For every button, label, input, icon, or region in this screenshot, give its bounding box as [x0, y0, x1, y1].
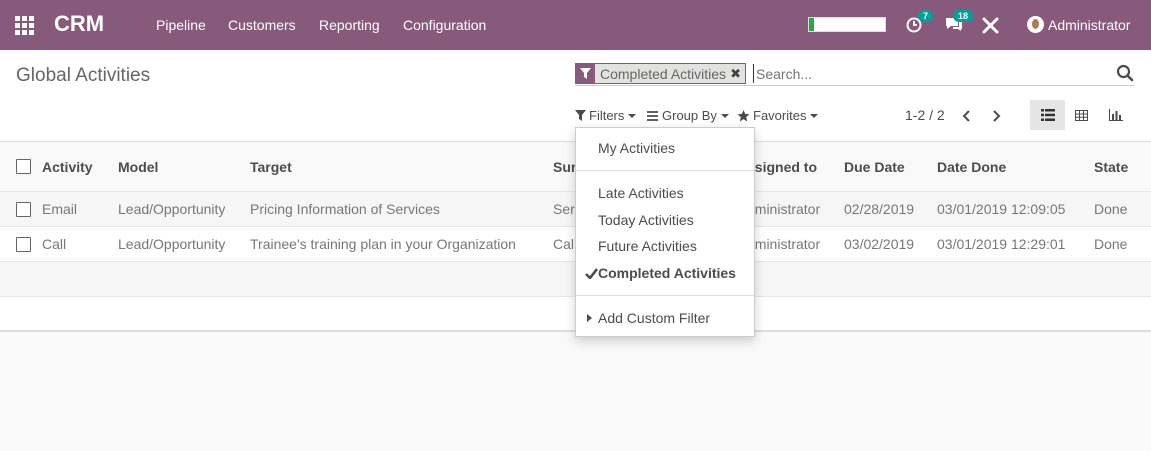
column-activity[interactable]: Activity [42, 142, 93, 191]
caret-right-icon [587, 314, 592, 322]
column-summary[interactable]: Sur [553, 142, 576, 191]
menu-customers[interactable]: Customers [228, 17, 296, 33]
favorites-label: Favorites [753, 108, 807, 123]
filter-future-activities[interactable]: Future Activities [598, 238, 697, 254]
activities-button[interactable]: 7 [906, 10, 933, 37]
column-target[interactable]: Target [250, 142, 292, 191]
column-date-done[interactable]: Date Done [937, 142, 1006, 191]
debug-tools-button[interactable] [982, 17, 999, 37]
pager-next-icon[interactable] [986, 106, 1006, 126]
filter-icon [575, 110, 586, 121]
apps-menu-icon[interactable] [15, 16, 35, 35]
menu-pipeline[interactable]: Pipeline [156, 17, 206, 33]
caret-down-icon [628, 113, 637, 118]
cell-due-date: 03/02/2019 [844, 236, 915, 252]
cell-assigned: dministrator [747, 201, 821, 217]
menu-configuration[interactable]: Configuration [403, 17, 486, 33]
cell-state: Done [1094, 236, 1128, 252]
select-all-checkbox[interactable] [16, 142, 31, 191]
cell-summary: Ser [553, 201, 575, 217]
pager-value[interactable]: 1-2 / 2 [905, 107, 945, 123]
page-title: Global Activities [16, 65, 151, 86]
bars-icon [647, 110, 658, 121]
cell-model: Lead/Opportunity [118, 201, 226, 217]
messages-count-badge: 18 [952, 10, 973, 22]
cell-target: Pricing Information of Services [250, 201, 440, 217]
activities-count-badge: 7 [917, 10, 933, 22]
star-icon [737, 109, 750, 121]
avatar [1027, 16, 1044, 33]
filter-completed-activities[interactable]: Completed Activities [598, 265, 736, 281]
cell-target: Trainee's training plan in your Organiza… [250, 236, 516, 252]
list-view-button[interactable] [1030, 100, 1065, 130]
cell-activity: Call [42, 236, 67, 252]
cell-assigned: dministrator [747, 236, 821, 252]
cell-summary: Cal [553, 236, 575, 252]
tools-icon [982, 17, 999, 34]
group-by-button[interactable]: Group By [647, 108, 729, 123]
messages-button[interactable]: 18 [944, 10, 973, 37]
column-state[interactable]: State [1094, 142, 1128, 191]
facet-remove-icon[interactable]: ✖ [730, 66, 745, 82]
caret-down-icon [720, 113, 729, 118]
cell-date-done: 03/01/2019 12:09:05 [937, 201, 1066, 217]
table-icon [1075, 109, 1088, 121]
list-icon [1040, 109, 1055, 121]
row-checkbox[interactable] [16, 192, 31, 226]
check-icon [585, 268, 598, 279]
app-brand[interactable]: CRM [54, 11, 104, 37]
cell-due-date: 02/28/2019 [844, 201, 915, 217]
user-menu[interactable]: Administrator [1027, 16, 1130, 33]
divider [576, 295, 754, 296]
search-input[interactable] [753, 64, 1113, 83]
cell-model: Lead/Opportunity [118, 236, 226, 252]
column-model[interactable]: Model [118, 142, 158, 191]
column-assigned-to[interactable]: ssigned to [747, 142, 817, 191]
add-custom-filter[interactable]: Add Custom Filter [598, 310, 710, 326]
pager-previous-icon[interactable] [957, 106, 977, 126]
cell-state: Done [1094, 201, 1128, 217]
filter-icon [576, 64, 595, 83]
graph-view-button[interactable] [1098, 100, 1133, 130]
onboarding-progress-bar[interactable] [808, 17, 886, 32]
search-view: Completed Activities ✖ [575, 62, 1134, 86]
divider [576, 170, 754, 171]
filter-my-activities[interactable]: My Activities [598, 140, 675, 156]
group-by-label: Group By [662, 108, 717, 123]
filters-button[interactable]: Filters [575, 108, 637, 123]
row-checkbox[interactable] [16, 227, 31, 261]
filter-today-activities[interactable]: Today Activities [598, 212, 694, 228]
user-name: Administrator [1048, 16, 1131, 33]
bar-chart-icon [1108, 109, 1123, 121]
cell-date-done: 03/01/2019 12:29:01 [937, 236, 1066, 252]
search-facet-label: Completed Activities [600, 65, 727, 82]
pivot-view-button[interactable] [1064, 100, 1099, 130]
search-facet: Completed Activities ✖ [575, 63, 746, 84]
progress-fill [809, 18, 814, 31]
cell-activity: Email [42, 201, 78, 217]
menu-reporting[interactable]: Reporting [319, 17, 380, 33]
filters-dropdown: My Activities Late Activities Today Acti… [575, 127, 755, 337]
filter-late-activities[interactable]: Late Activities [598, 185, 684, 201]
filters-label: Filters [589, 108, 625, 123]
top-navbar: CRM Pipeline Customers Reporting Configu… [0, 0, 1151, 50]
favorites-button[interactable]: Favorites [737, 108, 819, 123]
column-due-date[interactable]: Due Date [844, 142, 905, 191]
search-icon[interactable] [1116, 64, 1134, 82]
caret-down-icon [810, 113, 819, 118]
